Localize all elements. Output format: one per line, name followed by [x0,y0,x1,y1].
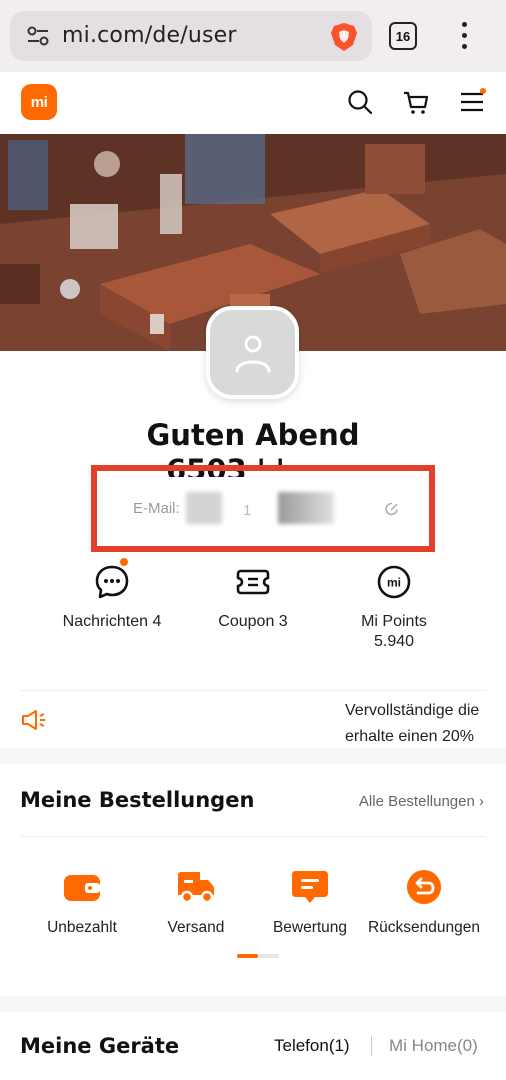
stat-coupon[interactable]: Coupon 3 [183,564,323,632]
site-settings-icon[interactable] [26,25,50,47]
all-orders-label: Alle Bestellungen [358,793,475,810]
hamburger-menu-icon[interactable] [459,88,487,116]
order-review[interactable]: Bewertung [250,868,370,937]
avatar[interactable] [206,306,299,399]
stat-label: Coupon 3 [218,613,288,630]
order-label: Versand [167,919,225,936]
megaphone-icon [22,710,45,730]
notification-dot [120,558,128,566]
order-label: Rücksendungen [367,919,481,936]
order-returns[interactable]: Rücksendungen [364,868,484,937]
browser-menu-icon[interactable] [454,22,474,50]
announcement-line: Vervollständige die [345,702,480,719]
review-icon [292,871,328,903]
svg-text:mi: mi [387,576,401,590]
all-orders-link[interactable]: Alle Bestellungen › [359,793,484,810]
chat-icon [95,565,129,599]
orders-title: Meine Bestellungen [20,788,255,812]
chevron-right-icon: › [479,793,484,810]
url-text[interactable]: mi.com/de/user [62,23,237,48]
cart-icon[interactable] [402,88,430,116]
stat-messages[interactable]: Nachrichten 4 [42,558,182,632]
browser-toolbar: mi.com/de/user 16 [0,0,506,72]
order-label: Bewertung [272,919,348,936]
announcement-ticker[interactable]: Vervollständige die erhalte einen 20% [345,698,486,750]
return-icon [407,870,441,904]
order-label: Unbezahlt [47,919,117,936]
section-gap [0,996,506,1012]
divider [20,836,486,837]
mi-logo[interactable]: mi [21,84,57,120]
stat-value: 5.940 [373,633,415,650]
truck-icon [178,872,214,904]
highlight-annotation-box [91,465,435,552]
wallet-icon [64,875,100,901]
tab-switcher-button[interactable]: 16 [389,22,417,50]
mi-points-icon: mi [377,565,411,599]
search-icon[interactable] [346,88,374,116]
stat-label: Mi Points [361,613,427,630]
orders-pager [237,954,279,958]
tab-mi-home[interactable]: Mi Home(0) [389,1036,478,1056]
divider [20,690,486,691]
site-header: mi [0,72,506,134]
tab-separator [371,1036,372,1056]
stat-mi-points[interactable]: mi Mi Points 5.940 [324,564,464,652]
coupon-icon [236,569,270,595]
announcement-line: erhalte einen 20% [345,728,474,745]
address-bar[interactable]: mi.com/de/user [10,11,372,61]
section-gap [0,748,506,764]
devices-title: Meine Geräte [20,1034,180,1058]
user-icon [235,335,270,372]
brave-shield-icon[interactable] [330,22,358,52]
tab-telefon[interactable]: Telefon(1) [274,1036,350,1056]
order-unpaid[interactable]: Unbezahlt [22,868,142,937]
greeting-title: Guten Abend [146,418,360,452]
pager-active-indicator [237,954,258,958]
stat-label: Nachrichten 4 [62,613,162,630]
order-shipping[interactable]: Versand [136,868,256,937]
